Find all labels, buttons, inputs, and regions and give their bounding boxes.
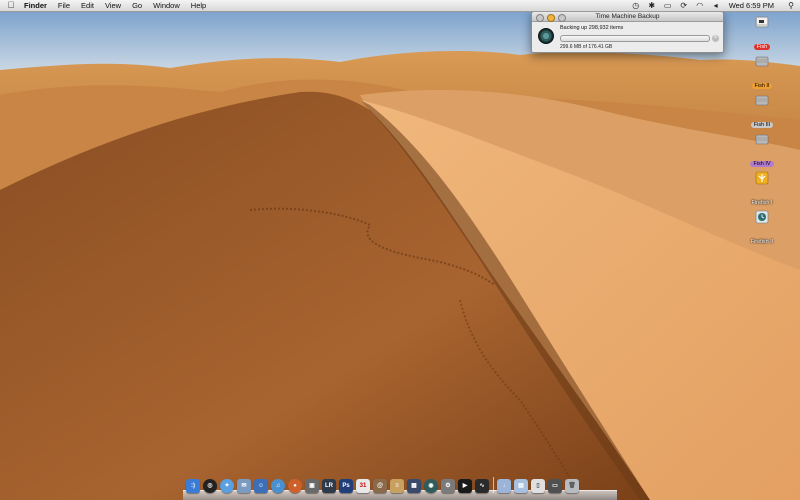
desktop-drive-fish-ii[interactable]: Fish II [746,53,778,92]
file-icon[interactable]: ▯ [531,479,545,493]
photoshop-icon[interactable]: Ps [339,479,353,493]
menu-edit[interactable]: Edit [81,0,94,11]
preview-icon[interactable]: ▣ [305,479,319,493]
internal-drive-icon [755,16,769,28]
downloads-folder-icon[interactable]: ↓ [497,479,511,493]
dashboard-icon[interactable]: ◎ [203,479,217,493]
time-machine-backup-window: Time Machine Backup Backing up 298,932 i… [531,11,724,53]
menu-window[interactable]: Window [153,0,180,11]
ichat-icon[interactable]: ☺ [254,479,268,493]
backup-progress-bar [560,35,710,42]
menu-clock[interactable]: Wed 6:59 PM [729,1,774,10]
backup-size-text: 299.6 MB of 176.41 GB [560,43,613,50]
spotlight-search-icon[interactable]: ⚲ [786,1,796,10]
stop-backup-button[interactable]: × [712,34,719,42]
display-icon[interactable]: ▭ [548,479,562,493]
mail-icon[interactable]: ✉ [237,479,251,493]
drive-label: Fish [753,44,771,50]
sync-icon[interactable]: ⟳ [679,1,689,10]
window-content: Backing up 298,932 items × 299.6 MB of 1… [532,22,723,52]
menu-extras: ◷ ✱ ▭ ⟳ ◠ ◂ Wed 6:59 PM ⚲ [625,0,796,11]
menu-file[interactable]: File [58,0,70,11]
menu-help[interactable]: Help [191,0,206,11]
desktop-wallpaper [0,0,800,500]
menu-app-name[interactable]: Finder [24,0,47,11]
time-machine-drive-icon [755,210,769,224]
drive-label: Firefish I [751,200,773,206]
safari-icon[interactable]: ✦ [220,479,234,493]
address-book-icon[interactable]: @ [373,479,387,493]
firefox-icon[interactable]: ● [288,479,302,493]
volume-icon[interactable]: ◂ [711,1,721,10]
drive-label: Firefish II [750,239,774,245]
menu-view[interactable]: View [105,0,121,11]
drive-label: Fish IV [750,161,774,167]
time-machine-icon [538,28,554,44]
ical-icon[interactable]: 31 [356,479,370,493]
system-preferences-icon[interactable]: ⚙ [441,479,455,493]
bluetooth-icon[interactable]: ✱ [647,1,657,10]
external-drive-icon [755,56,769,67]
dock-items: :) ◎ ✦ ✉ ☺ ♫ ● ▣ LR Ps 31 @ ≡ ▦ ◉ ⚙ ▶ ∿ ↓ ▤ ▯ ▭ 🗑 [186,477,582,493]
display-mirror-icon[interactable]: ▭ [663,1,673,10]
notes-icon[interactable]: ≡ [390,479,404,493]
drive-label: Fish III [750,122,774,128]
external-drive-icon [755,134,769,145]
lightroom-icon[interactable]: LR [322,479,336,493]
window-titlebar[interactable]: Time Machine Backup [532,12,723,22]
time-machine-icon[interactable]: ◉ [424,479,438,493]
trash-icon[interactable]: 🗑 [565,479,579,493]
drive-label: Fish II [751,83,773,89]
backup-status-text: Backing up 298,932 items [560,25,624,31]
firewire-drive-icon [755,171,769,185]
wifi-icon[interactable]: ◠ [695,1,705,10]
terminal-icon[interactable]: ▶ [458,479,472,493]
external-drive-icon [755,95,769,106]
desktop-drive-fish-iii[interactable]: Fish III [746,92,778,131]
desktop-drive-fish-iv[interactable]: Fish IV [746,131,778,170]
window-title: Time Machine Backup [595,13,660,20]
documents-folder-icon[interactable]: ▤ [514,479,528,493]
dock-separator [493,477,494,493]
desktop-drive-firefish-i[interactable]: Firefish I [746,170,778,209]
finder-icon[interactable]: :) [186,479,200,493]
time-machine-status-icon[interactable]: ◷ [631,1,641,10]
apple-menu-icon[interactable]:  [6,0,16,11]
menu-go[interactable]: Go [132,0,142,11]
desktop-drive-firefish-ii[interactable]: Firefish II [746,209,778,248]
menu-bar:  Finder File Edit View Go Window Help ◷… [0,0,800,12]
itunes-icon[interactable]: ♫ [271,479,285,493]
activity-monitor-icon[interactable]: ∿ [475,479,489,493]
spaces-icon[interactable]: ▦ [407,479,421,493]
desktop-drive-fish[interactable]: Fish [746,14,778,53]
